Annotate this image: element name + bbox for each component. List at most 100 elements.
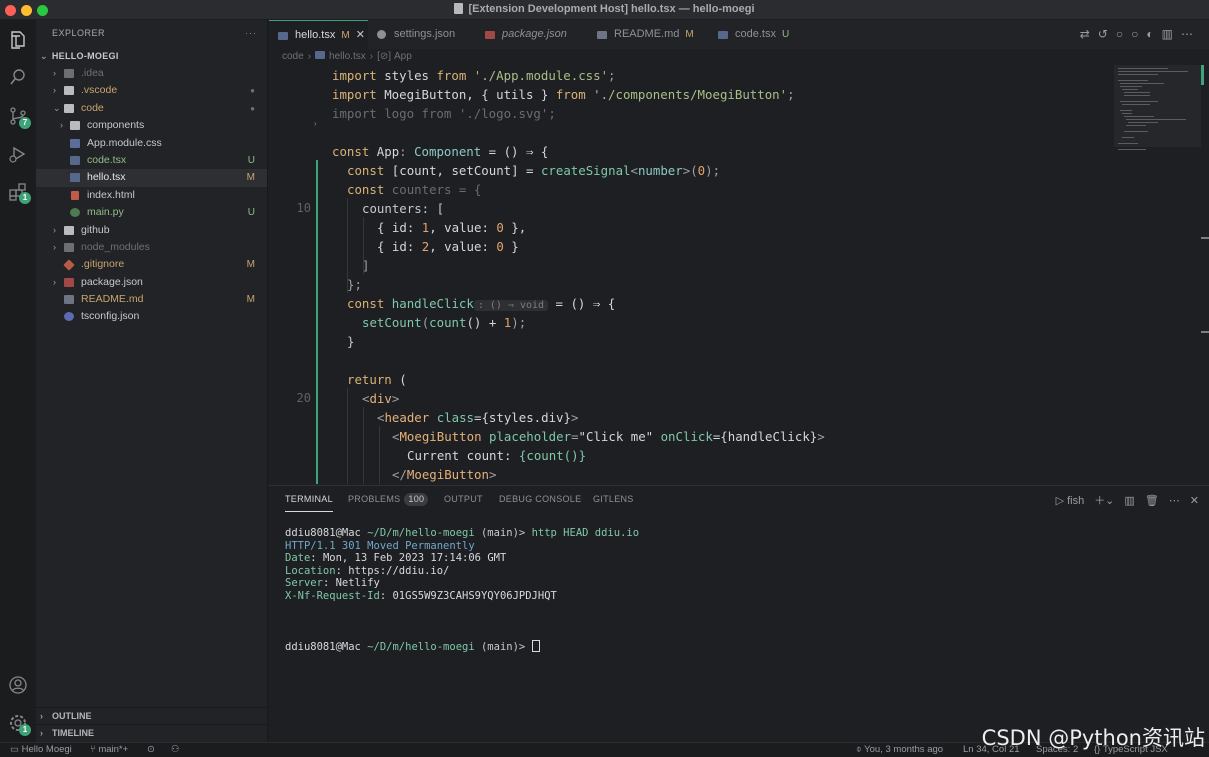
tab-label: code.tsx [735, 28, 776, 40]
terminal-line[interactable]: ddiu8081@Mac ~/D/m/hello-moegi (main)> [285, 640, 540, 653]
timeline-label: TIMELINE [52, 728, 94, 738]
explorer-sidebar: EXPLORER ··· ⌄ HELLO-MOEGI › .idea › .vsc… [36, 20, 268, 742]
gitlens-status-icon[interactable]: ⚇ [171, 743, 180, 757]
split-terminal-icon[interactable]: ▥ [1124, 495, 1134, 507]
tree-item-label: .gitignore [81, 258, 125, 271]
html-file-icon [71, 190, 79, 200]
split-editor-icon[interactable]: ▥ [1162, 27, 1181, 41]
close-panel-icon[interactable]: ✕ [1190, 495, 1199, 507]
run-debug-icon[interactable] [7, 143, 29, 165]
file-icon [454, 3, 464, 14]
editor-tabs: hello.tsx M ✕ settings.json package.json R… [269, 20, 1209, 49]
tree-item-node-modules[interactable]: › node_modules [36, 239, 267, 256]
tab-settings-json[interactable]: settings.json [368, 20, 476, 49]
workspace-folder[interactable]: ⌄ HELLO-MOEGI [36, 47, 267, 65]
next-change-icon[interactable]: ○ [1131, 27, 1146, 41]
account-icon[interactable] [7, 674, 29, 696]
tab-label: README.md [614, 28, 680, 40]
tab-label: hello.tsx [295, 29, 336, 41]
tsx-file-icon [70, 173, 80, 183]
tab-package-json[interactable]: package.json [476, 20, 588, 49]
remote-indicator[interactable]: ▭ Hello Moegi [10, 743, 72, 757]
tree-item-app-module-css[interactable]: App.module.css [36, 135, 267, 152]
tree-item-components[interactable]: › components [36, 117, 267, 134]
panel-tab-output[interactable]: OUTPUT [444, 486, 483, 512]
chevron-right-icon: › [53, 85, 56, 96]
more-icon[interactable]: ⋯ [1169, 495, 1180, 507]
more-icon[interactable]: ⋯ [1181, 27, 1201, 41]
outline-section[interactable]: › OUTLINE [36, 707, 268, 724]
terminal-line: Location: https://ddiu.io/ [285, 564, 450, 577]
tree-item-idea[interactable]: › .idea [36, 65, 267, 82]
tree-item-gitignore[interactable]: .gitignore M [36, 256, 267, 273]
more-actions-icon[interactable]: ··· [245, 20, 257, 47]
tree-item-code-tsx[interactable]: code.tsx U [36, 152, 267, 169]
tree-item-code[interactable]: ⌄ code ● [36, 100, 267, 117]
markdown-file-icon [597, 31, 607, 39]
shell-name[interactable]: fish [1067, 495, 1084, 507]
breadcrumb-item[interactable]: hello.tsx [329, 51, 366, 62]
tab-readme[interactable]: README.md M [588, 20, 709, 49]
workspace-folder-label: HELLO-MOEGI [51, 51, 119, 61]
chevron-down-icon: ⌄ [40, 51, 48, 61]
folding-marker[interactable]: › [314, 119, 317, 128]
folder-icon [64, 225, 74, 235]
chevron-right-icon: › [60, 120, 63, 131]
tab-code-tsx[interactable]: code.tsx U [709, 20, 809, 49]
tree-item-label: code [81, 101, 104, 114]
window-icon: ▭ [10, 744, 22, 755]
tree-item-label: App.module.css [87, 136, 162, 149]
npm-file-icon [64, 277, 74, 287]
tree-item-label: github [81, 223, 110, 236]
tree-item-tsconfig[interactable]: tsconfig.json [36, 308, 267, 325]
source-control-badge: 7 [19, 117, 31, 129]
window-title: [Extension Development Host] hello.tsx —… [468, 3, 755, 15]
breadcrumb-item[interactable]: App [394, 51, 412, 62]
git-blame[interactable]: ⌽ You, 3 months ago [856, 743, 943, 757]
close-icon[interactable]: ✕ [356, 29, 365, 41]
prev-change-icon[interactable]: ○ [1116, 27, 1131, 41]
panel-tab-problems[interactable]: PROBLEMS 100 [348, 486, 429, 512]
panel-tab-gitlens[interactable]: GITLENS [593, 486, 634, 512]
timeline-section[interactable]: › TIMELINE [36, 724, 268, 741]
compare-changes-icon[interactable]: ⇄ [1080, 27, 1098, 41]
panel-tab-label: PROBLEMS [348, 494, 401, 504]
breadcrumb-item[interactable]: code [282, 51, 304, 62]
code-editor[interactable]: › import styles from './App.module.css';… [269, 65, 1114, 484]
python-file-icon [70, 208, 80, 218]
tree-item-main-py[interactable]: main.py U [36, 204, 267, 221]
sync-icon[interactable]: ⊙ [147, 743, 155, 757]
symbol-icon: [⊘] [377, 51, 391, 62]
chevron-right-icon: › [53, 68, 56, 78]
tree-item-readme[interactable]: README.md M [36, 291, 267, 308]
window-title-wrap: [Extension Development Host] hello.tsx —… [0, 3, 1209, 15]
tree-item-hello-tsx[interactable]: hello.tsx M [36, 169, 267, 187]
tree-item-index-html[interactable]: index.html [36, 187, 267, 204]
tab-hello-tsx[interactable]: hello.tsx M ✕ [269, 20, 368, 49]
minimap[interactable] [1114, 65, 1201, 155]
tree-item-vscode[interactable]: › .vscode ● [36, 82, 267, 99]
scroll-marker [1201, 331, 1209, 333]
tsx-file-icon [278, 32, 288, 40]
folder-icon [64, 69, 74, 78]
branch-indicator[interactable]: ⑂ main*+ [90, 743, 128, 757]
gitlens-icon[interactable]: ◐ [1146, 27, 1161, 41]
panel-tab-debug-console[interactable]: DEBUG CONSOLE [499, 486, 581, 512]
trash-icon[interactable]: 🗑 [1145, 495, 1159, 507]
new-terminal-icon[interactable]: ＋⌄ [1094, 495, 1114, 507]
folder-icon [64, 86, 74, 96]
folder-open-icon [64, 103, 74, 113]
terminal-icon[interactable]: ▷ [1056, 495, 1064, 507]
tab-label: package.json [502, 28, 567, 40]
modified-badge: M [246, 259, 255, 271]
tree-item-github[interactable]: › github [36, 222, 267, 239]
search-icon[interactable] [7, 66, 29, 88]
tree-item-package-json[interactable]: › package.json [36, 274, 267, 291]
revert-icon[interactable]: ↺ [1098, 27, 1116, 41]
explorer-icon[interactable] [7, 29, 29, 51]
folder-icon [64, 242, 74, 252]
chevron-right-icon: › [40, 711, 43, 721]
modified-dot: ● [250, 103, 255, 113]
panel-tab-terminal[interactable]: TERMINAL [285, 486, 333, 512]
editor-scrollbar[interactable] [1201, 65, 1209, 484]
